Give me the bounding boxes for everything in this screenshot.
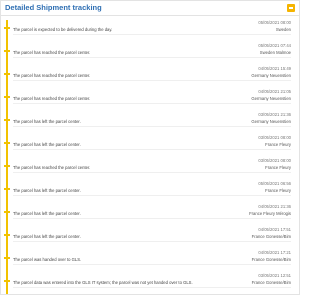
collapse-icon[interactable] xyxy=(287,4,295,12)
timeline-marker xyxy=(4,50,10,52)
event-location: Germany Neuenstien xyxy=(251,96,291,101)
event-divider xyxy=(13,264,291,265)
event-timestamp: 04/05/2021 17:51 xyxy=(258,227,291,232)
event-divider xyxy=(13,57,291,58)
panel-header: Detailed Shipment tracking xyxy=(1,1,299,16)
event-description: The parcel has reached the parcel center… xyxy=(13,96,91,101)
tracking-event: 03/05/2021 21:36 The parcel has left the … xyxy=(1,112,299,127)
event-location: France Fleury xyxy=(265,188,291,193)
event-location: France Gonesse/Bim xyxy=(251,234,291,239)
event-divider xyxy=(13,80,291,81)
event-timestamp: 03/05/2021 12:51 xyxy=(258,273,291,278)
event-timestamp: 03/05/2021 21:36 xyxy=(258,112,291,117)
event-location: Germany Neuenstien xyxy=(251,73,291,78)
tracking-event: 05/05/2021 08:00 The parcel is expected t… xyxy=(1,20,299,35)
event-divider xyxy=(13,103,291,104)
timeline-marker xyxy=(4,165,10,167)
timeline-marker xyxy=(4,280,10,282)
tracking-event: 04/05/2021 21:05 The parcel has reached t… xyxy=(1,89,299,104)
event-description: The parcel has left the parcel center. xyxy=(13,234,81,239)
event-location: France Fleury xyxy=(265,142,291,147)
event-timestamp: 03/05/2021 08:00 xyxy=(258,135,291,140)
event-timestamp: 05/05/2021 08:00 xyxy=(258,20,291,25)
event-divider xyxy=(13,34,291,35)
event-description: The parcel was handed over to GLS. xyxy=(13,257,82,262)
timeline-marker xyxy=(4,234,10,236)
event-description: The parcel is expected to be delivered d… xyxy=(13,27,113,32)
timeline-marker xyxy=(4,119,10,121)
event-divider xyxy=(13,172,291,173)
timeline-marker xyxy=(4,27,10,29)
event-description: The parcel has left the parcel center. xyxy=(13,188,81,193)
event-divider xyxy=(13,126,291,127)
tracking-timeline: 05/05/2021 08:00 The parcel is expected t… xyxy=(1,16,299,294)
timeline-marker xyxy=(4,188,10,190)
event-description: The parcel has reached the parcel center… xyxy=(13,165,91,170)
panel-title: Detailed Shipment tracking xyxy=(5,3,102,12)
tracking-event: 04/05/2021 15:49 The parcel has reached t… xyxy=(1,66,299,81)
event-timestamp: 04/05/2021 15:49 xyxy=(258,66,291,71)
event-divider xyxy=(13,149,291,150)
event-location: France Fleury Mérogis xyxy=(249,211,291,216)
event-divider xyxy=(13,287,291,288)
tracking-event: 04/05/2021 17:51 The parcel has left the … xyxy=(1,227,299,242)
timeline-marker xyxy=(4,257,10,259)
tracking-event: 04/05/2021 17:21 The parcel was handed ov… xyxy=(1,250,299,265)
tracking-event: 03/05/2021 12:51 The parcel data was ente… xyxy=(1,273,299,288)
event-description: The parcel has left the parcel center. xyxy=(13,119,81,124)
tracking-event: 05/05/2021 06:56 The parcel has left the … xyxy=(1,181,299,196)
event-location: Germany Neuenstien xyxy=(251,119,291,124)
tracking-event: 03/05/2021 08:00 The parcel has left the … xyxy=(1,135,299,150)
event-timestamp: 04/05/2021 21:05 xyxy=(258,89,291,94)
event-description: The parcel has left the parcel center. xyxy=(13,211,81,216)
event-divider xyxy=(13,241,291,242)
timeline-marker xyxy=(4,142,10,144)
event-divider xyxy=(13,218,291,219)
tracking-event: 03/05/2021 08:00 The parcel has reached t… xyxy=(1,158,299,173)
event-timestamp: 05/05/2021 07:44 xyxy=(258,43,291,48)
event-description: The parcel has reached the parcel center… xyxy=(13,73,91,78)
event-location: France Gonesse/Bim xyxy=(251,257,291,262)
event-divider xyxy=(13,195,291,196)
event-location: Sweden xyxy=(275,27,291,32)
timeline-marker xyxy=(4,96,10,98)
event-location: France Gonesse/Bim xyxy=(251,280,291,285)
event-location: France Fleury xyxy=(265,165,291,170)
timeline-marker xyxy=(4,73,10,75)
event-timestamp: 03/05/2021 08:00 xyxy=(258,158,291,163)
tracking-event: 05/05/2021 07:44 The parcel has reached t… xyxy=(1,43,299,58)
event-description: The parcel has left the parcel center. xyxy=(13,142,81,147)
event-timestamp: 05/05/2021 06:56 xyxy=(258,181,291,186)
event-timestamp: 04/05/2021 17:21 xyxy=(258,250,291,255)
event-location: Sweden Malmoe xyxy=(259,50,291,55)
tracking-event: 04/05/2021 21:36 The parcel has left the … xyxy=(1,204,299,219)
shipment-tracking-panel: Detailed Shipment tracking 05/05/2021 08… xyxy=(0,0,300,295)
event-timestamp: 04/05/2021 21:36 xyxy=(258,204,291,209)
event-description: The parcel data was entered into the GLS… xyxy=(13,280,193,285)
event-description: The parcel has reached the parcel center… xyxy=(13,50,91,55)
timeline-marker xyxy=(4,211,10,213)
